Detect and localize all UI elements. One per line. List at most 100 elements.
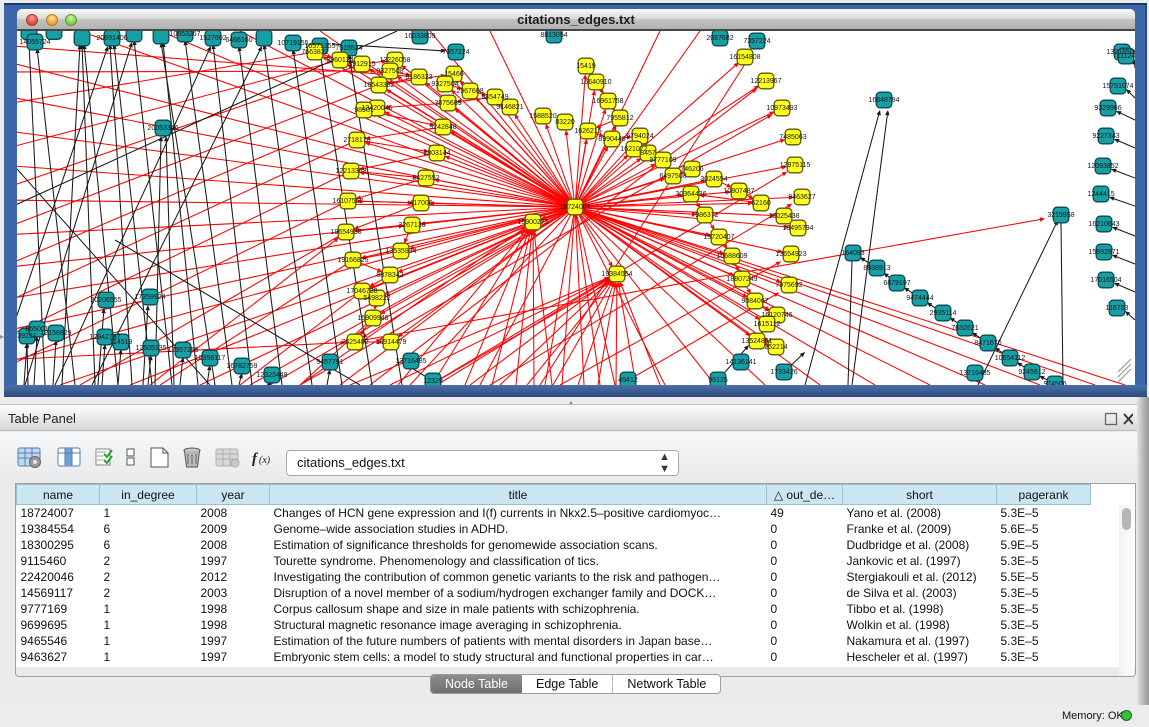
svg-text:9457791: 9457791	[316, 359, 343, 366]
svg-text:16033809: 16033809	[404, 33, 435, 40]
svg-text:7357224: 7357224	[743, 38, 770, 45]
svg-text:7955812: 7955812	[606, 115, 633, 122]
svg-text:417006: 417006	[409, 200, 432, 207]
svg-text:15751074: 15751074	[1102, 83, 1133, 90]
svg-text:13495794: 13495794	[782, 225, 813, 232]
svg-text:10973493: 10973493	[766, 105, 797, 112]
svg-text:12213967: 12213967	[750, 78, 781, 85]
svg-text:1527602: 1527602	[199, 35, 226, 42]
svg-text:19166825: 19166825	[337, 257, 368, 264]
svg-text:7515524: 7515524	[335, 45, 362, 52]
svg-text:6466160: 6466160	[225, 37, 252, 44]
svg-text:16640910: 16640910	[580, 79, 611, 86]
svg-text:12323448: 12323448	[256, 372, 287, 379]
svg-text:5498222: 5498222	[363, 295, 390, 302]
svg-text:9463627: 9463627	[788, 194, 815, 201]
svg-text:98901: 98901	[354, 107, 374, 114]
svg-text:15909948: 15909948	[357, 315, 388, 322]
svg-text:10807487: 10807487	[723, 188, 754, 195]
svg-text:14136141: 14136141	[725, 359, 756, 366]
svg-text:9327508: 9327508	[376, 68, 403, 75]
svg-text:7485063: 7485063	[779, 134, 806, 141]
svg-text:f: f	[252, 451, 259, 467]
svg-text:16107552: 16107552	[332, 198, 363, 205]
svg-text:20053346: 20053346	[147, 125, 178, 132]
svg-text:20206555: 20206555	[90, 297, 121, 304]
svg-text:114519: 114519	[110, 339, 133, 346]
svg-text:13716485: 13716485	[959, 370, 990, 377]
svg-text:9245612: 9245612	[1018, 369, 1045, 376]
svg-text:16210643: 16210643	[1088, 221, 1119, 228]
svg-text:8186323: 8186323	[405, 74, 432, 81]
svg-text:9227343: 9227343	[1092, 133, 1119, 140]
svg-text:746206: 746206	[680, 166, 703, 173]
svg-text:1733426: 1733426	[770, 369, 797, 376]
svg-text:12329: 12329	[423, 378, 443, 385]
svg-text:6794024: 6794024	[626, 133, 653, 140]
svg-text:2718176: 2718176	[343, 137, 370, 144]
svg-text:12093852: 12093852	[1087, 163, 1118, 170]
svg-text:8427552: 8427552	[412, 175, 439, 182]
svg-text:116753: 116753	[1106, 305, 1129, 312]
svg-text:13535934: 13535934	[385, 248, 416, 255]
svg-text:10358117: 10358117	[195, 355, 226, 362]
svg-text:8912915: 8912915	[348, 61, 375, 68]
svg-text:2087682: 2087682	[706, 35, 733, 42]
svg-text:974506: 974506	[1043, 381, 1066, 385]
svg-text:2803144: 2803144	[423, 150, 450, 157]
svg-text:16782759: 16782759	[226, 363, 257, 370]
svg-text:16120746: 16120746	[761, 312, 792, 319]
svg-text:9327504: 9327504	[431, 81, 458, 88]
svg-text:17359924: 17359924	[134, 294, 165, 301]
svg-text:9242848: 9242848	[429, 124, 456, 131]
svg-text:10653267: 10653267	[169, 31, 200, 38]
svg-text:6879197: 6879197	[883, 280, 910, 287]
svg-text:10654112: 10654112	[995, 355, 1026, 362]
svg-text:15692971: 15692971	[1088, 249, 1119, 256]
svg-text:15900275: 15900275	[517, 219, 548, 226]
svg-text:9474444: 9474444	[906, 295, 933, 302]
svg-text:2935114: 2935114	[930, 310, 957, 317]
svg-text:18807249: 18807249	[726, 276, 757, 283]
svg-text:3875685: 3875685	[434, 100, 461, 107]
svg-text:16914479: 16914479	[375, 339, 406, 346]
svg-text:19654933: 19654933	[330, 229, 361, 236]
svg-text:62160: 62160	[751, 200, 771, 207]
svg-text:17046738: 17046738	[346, 288, 377, 295]
svg-text:12213363: 12213363	[335, 168, 366, 175]
svg-text:49412: 49412	[618, 377, 638, 384]
svg-text:3267130: 3267130	[398, 222, 425, 229]
svg-text:16648784: 16648784	[868, 97, 899, 104]
svg-text:6497508: 6497508	[659, 173, 686, 180]
svg-text:3024554: 3024554	[700, 176, 727, 183]
svg-text:(x): (x)	[259, 455, 271, 466]
svg-text:9329966: 9329966	[1094, 105, 1121, 112]
svg-text:3215958: 3215958	[1047, 212, 1074, 219]
svg-text:14055724: 14055724	[19, 39, 50, 46]
svg-text:15419: 15419	[576, 63, 596, 70]
svg-text:12156829: 12156829	[40, 330, 71, 337]
svg-text:12505135: 12505135	[135, 345, 166, 352]
svg-text:8813054: 8813054	[540, 32, 567, 39]
svg-text:8938913: 8938913	[863, 265, 890, 272]
svg-text:2967608: 2967608	[456, 88, 483, 95]
svg-text:1244415: 1244415	[1087, 191, 1114, 198]
svg-text:20364436: 20364436	[675, 191, 706, 198]
svg-text:39151: 39151	[17, 333, 37, 340]
svg-text:8457: 8457	[640, 150, 656, 157]
svg-text:19384554: 19384554	[601, 271, 632, 278]
svg-text:8454749: 8454749	[481, 94, 508, 101]
svg-text:17957255: 17957255	[167, 347, 198, 354]
svg-text:10688609: 10688609	[716, 253, 747, 260]
svg-text:96125: 96125	[708, 377, 728, 384]
svg-text:7986372: 7986372	[691, 212, 718, 219]
svg-text:9084067: 9084067	[741, 298, 768, 305]
svg-text:7357224: 7357224	[442, 49, 469, 56]
svg-text:11124: 11124	[1117, 53, 1135, 60]
svg-text:16961758: 16961758	[592, 98, 623, 105]
svg-text:1615112: 1615112	[754, 321, 781, 328]
svg-text:8471676: 8471676	[974, 340, 1001, 347]
svg-text:164093: 164093	[841, 250, 864, 257]
svg-text:15720407: 15720407	[703, 234, 734, 241]
svg-text:1588520: 1588520	[529, 113, 556, 120]
